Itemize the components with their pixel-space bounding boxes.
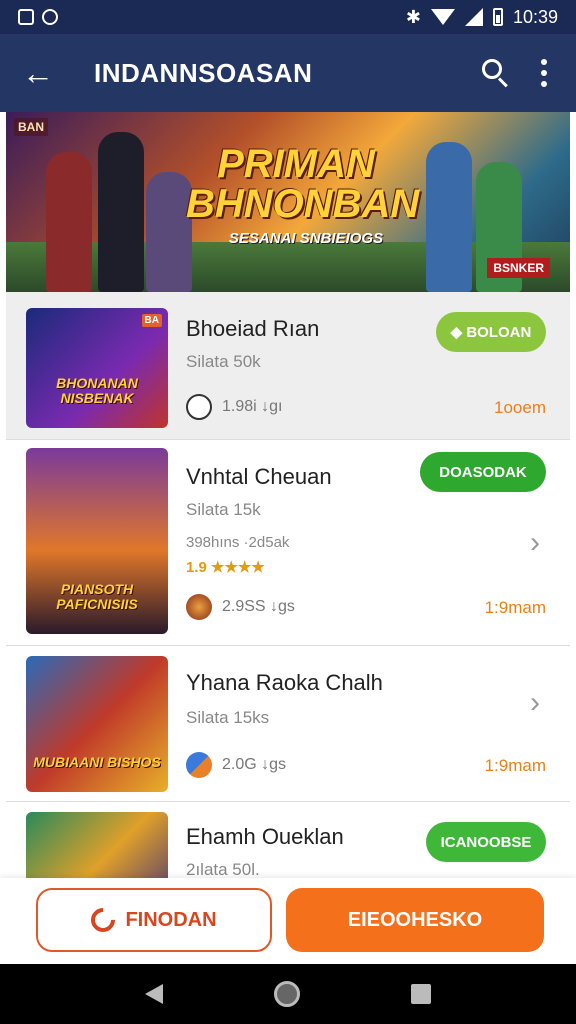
user-icon: [186, 394, 212, 420]
search-icon[interactable]: [474, 53, 514, 93]
list-item[interactable]: Ehamh Oueklan 2ılata 50l. ICANOOBSE: [6, 802, 570, 878]
download-row: 2.9SS ↓gs: [186, 594, 295, 620]
app-bar: ← INDANNSOASAN: [0, 34, 576, 112]
secondary-button-label: FINODAN: [125, 908, 217, 931]
chevron-right-icon[interactable]: ›: [530, 528, 540, 558]
app-title: INDANNSOASAN: [94, 57, 313, 88]
publisher-icon: [186, 752, 212, 778]
download-count: 1.98i ↓gı: [222, 398, 283, 415]
game-subtitle: Silata 15ks: [186, 708, 270, 727]
install-button[interactable]: DOASODAK: [420, 452, 546, 492]
chevron-right-icon[interactable]: ›: [530, 688, 540, 718]
game-meta: 398hıns ·2d5ak: [186, 534, 290, 551]
list-item[interactable]: MUBIAANI BISHOS Yhana Raoka Chalh Silata…: [6, 646, 570, 802]
game-thumbnail: PIANSOTH PAFICNISIIS: [26, 448, 168, 634]
more-vert-icon[interactable]: [534, 59, 554, 87]
banner-title: PRIMAN BHNONBAN: [186, 142, 420, 226]
game-thumbnail: [26, 812, 168, 878]
download-row: 1.98i ↓gı: [186, 394, 282, 420]
wifi-icon: [430, 9, 455, 25]
game-name: Vnhtal Cheuan: [186, 464, 332, 489]
bottom-action-bar: FINODAN EIEOOHESKO: [0, 878, 576, 964]
size-text: 1:9mam: [484, 598, 546, 617]
rating-stars: ★★★★: [211, 559, 265, 576]
banner-subtitle: SESANAI SNBIEIOGS: [228, 230, 384, 247]
install-button[interactable]: ◆ BOLOAN: [436, 312, 546, 352]
banner-corner-label: BAN: [14, 118, 48, 136]
thumb-text: BHONANAN NISBENAK: [56, 375, 138, 406]
sync-icon: [42, 9, 58, 25]
install-button[interactable]: ICANOOBSE: [426, 822, 546, 862]
game-thumbnail: BA BHONANAN NISBENAK: [26, 308, 168, 428]
list-item[interactable]: PIANSOTH PAFICNISIIS Vnhtal Cheuan Silat…: [6, 440, 570, 646]
thumb-text: MUBIAANI BISHOS: [33, 754, 161, 770]
game-list: BA BHONANAN NISBENAK Bhoeiad Rıan Silata…: [6, 292, 570, 878]
primary-button[interactable]: EIEOOHESKO: [286, 888, 544, 952]
nav-recent-icon[interactable]: [410, 984, 431, 1004]
game-name: Yhana Raoka Chalh: [186, 670, 383, 695]
banner-title-line1: PRIMAN: [217, 142, 375, 186]
rating-value: 1.9: [186, 559, 207, 576]
download-count: 2.0G ↓gs: [222, 756, 287, 773]
signal-icon: [464, 8, 483, 26]
system-nav-bar: [0, 964, 576, 1024]
featured-banner[interactable]: BAN PRIMAN BHNONBAN SESANAI SNBIEIOGS BS…: [6, 112, 570, 292]
game-thumbnail: MUBIAANI BISHOS: [26, 656, 168, 792]
status-bar: ✱ 10:39: [0, 0, 576, 34]
game-name: Bhoeiad Rıan: [186, 316, 320, 341]
refresh-icon: [86, 903, 121, 937]
secondary-button[interactable]: FINODAN: [36, 888, 272, 952]
game-name: Ehamh Oueklan: [186, 824, 344, 849]
nav-home-icon[interactable]: [273, 981, 300, 1007]
size-text: 1:9mam: [484, 756, 546, 775]
download-row: 2.0G ↓gs: [186, 752, 286, 778]
battery-icon: [492, 8, 503, 26]
size-text: 1ooem: [494, 398, 546, 417]
nav-back-icon[interactable]: [145, 984, 164, 1004]
status-time: 10:39: [512, 6, 558, 27]
banner-hero: [98, 132, 144, 292]
publisher-icon: [186, 594, 212, 620]
thumb-tag: BA: [141, 314, 162, 327]
bluetooth-icon: ✱: [405, 6, 421, 27]
gallery-icon: [18, 9, 34, 25]
list-item[interactable]: BA BHONANAN NISBENAK Bhoeiad Rıan Silata…: [6, 292, 570, 440]
thumb-text: PIANSOTH PAFICNISIIS: [56, 581, 138, 612]
rating: 1.9 ★★★★: [186, 558, 265, 576]
banner-hero: [426, 142, 472, 292]
game-subtitle: Silata 50k: [186, 352, 261, 371]
banner-badge: BSNKER: [487, 258, 550, 278]
back-arrow-icon[interactable]: ←: [22, 57, 62, 89]
game-subtitle: 2ılata 50l.: [186, 860, 260, 878]
game-subtitle: Silata 15k: [186, 500, 261, 519]
banner-hero: [46, 152, 92, 292]
download-count: 2.9SS ↓gs: [222, 598, 295, 615]
banner-title-line2: BHNONBAN: [186, 182, 420, 226]
